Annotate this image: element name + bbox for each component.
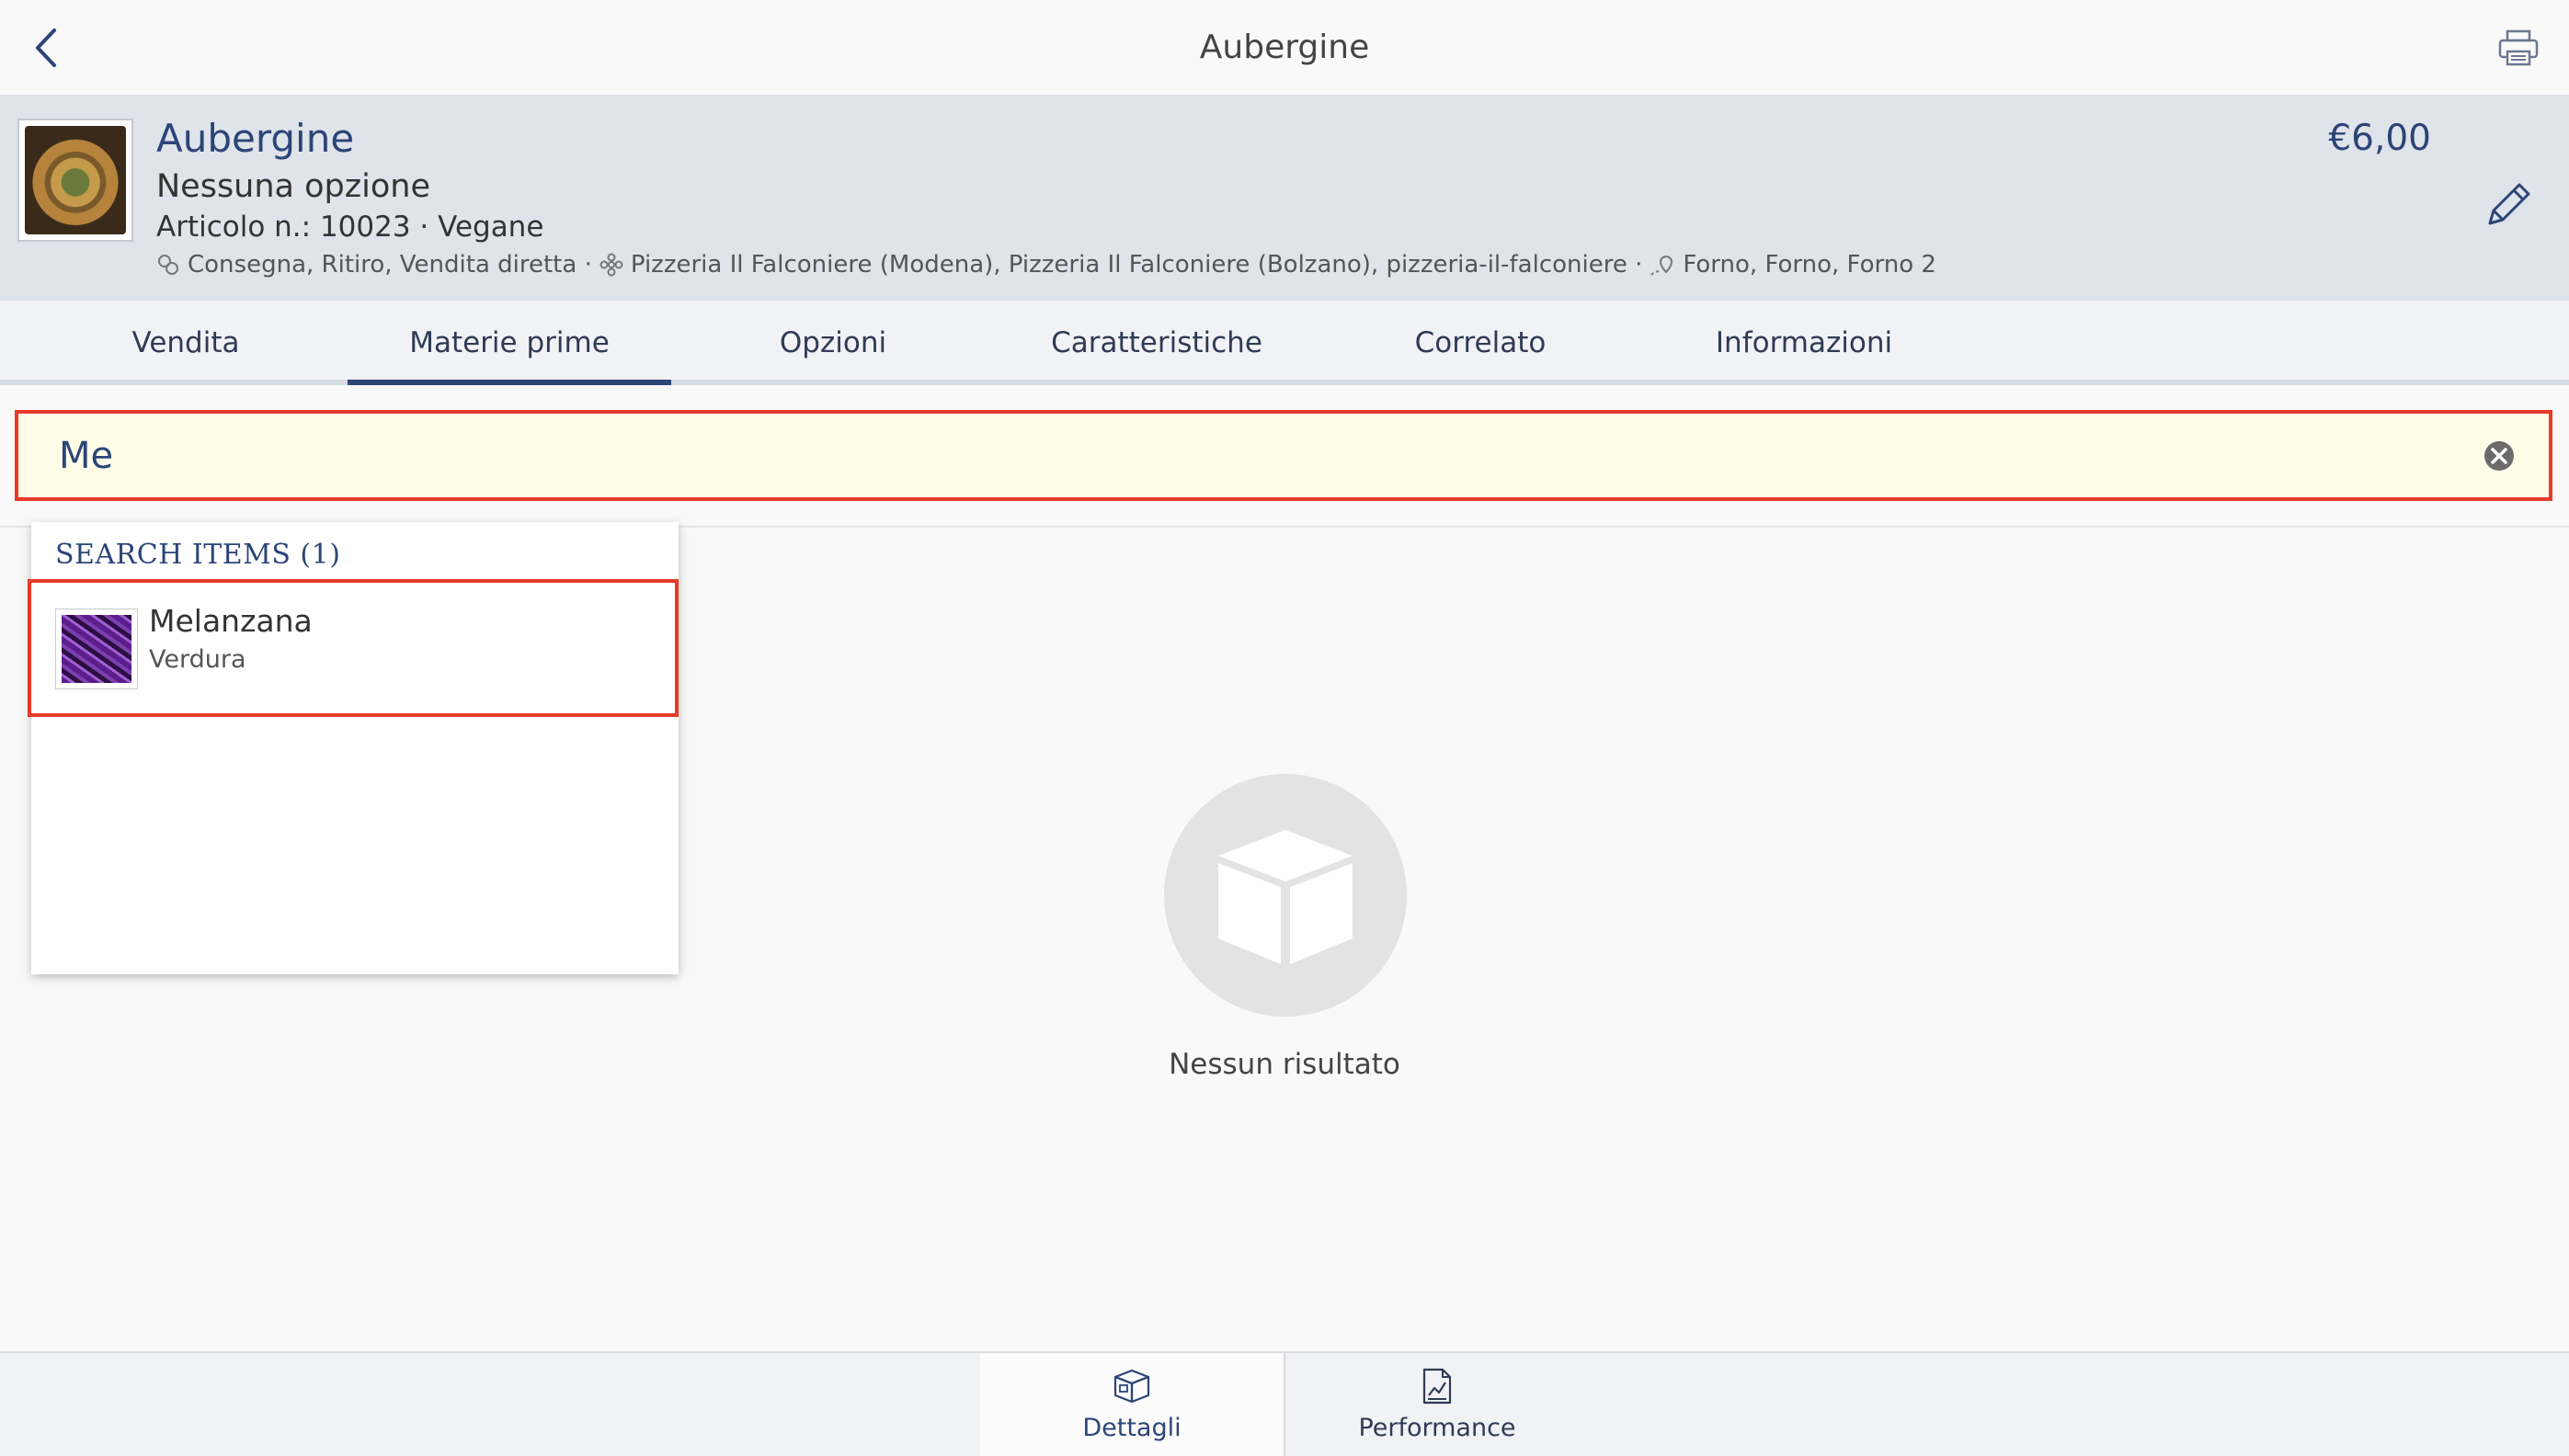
product-header: Aubergine Nessuna opzione Articolo n.: 1… — [0, 95, 2569, 302]
pencil-icon — [2488, 183, 2530, 225]
item-name: Melanzana — [149, 603, 313, 639]
search-results-dropdown: SEARCH ITEMS (1) Melanzana Verdura — [28, 522, 679, 974]
product-price: €6,00 — [2328, 118, 2431, 159]
item-image — [55, 609, 138, 689]
edit-button[interactable] — [2472, 168, 2545, 242]
page-title: Aubergine — [1199, 28, 1370, 66]
product-locations: Pizzeria Il Falconiere (Modena), Pizzeri… — [630, 251, 1643, 279]
product-article: Articolo n.: 10023 · Vegane — [156, 210, 544, 244]
route-pin-icon — [1650, 255, 1673, 276]
box-icon — [1113, 1369, 1150, 1404]
bottom-tab-label: Performance — [1358, 1414, 1516, 1442]
tab-vendita[interactable]: Vendita — [24, 301, 348, 380]
tab-bar: Vendita Materie prime Opzioni Caratteris… — [0, 301, 2569, 385]
bottom-tab-label: Dettagli — [1082, 1414, 1182, 1442]
search-results-header: SEARCH ITEMS (1) — [55, 539, 341, 571]
product-stations: Forno, Forno, Forno 2 — [1683, 251, 1936, 279]
tab-correlato[interactable]: Correlato — [1319, 301, 1642, 380]
tab-materie-prime[interactable]: Materie prime — [348, 301, 671, 385]
tab-informazioni[interactable]: Informazioni — [1642, 301, 1966, 380]
channels-icon — [158, 255, 178, 275]
empty-state-illustration — [1164, 774, 1407, 1017]
printer-icon — [2498, 29, 2539, 66]
bottom-tab-dettagli[interactable]: Dettagli — [980, 1353, 1284, 1456]
search-box — [15, 410, 2552, 501]
bottom-nav: Dettagli Performance — [0, 1351, 2569, 1456]
empty-state-text: Nessun risultato — [1169, 1048, 1400, 1081]
product-name: Aubergine — [156, 116, 355, 161]
search-result-item[interactable]: Melanzana Verdura — [28, 579, 679, 717]
top-bar: Aubergine — [0, 0, 2569, 96]
product-option: Nessuna opzione — [156, 168, 430, 205]
product-meta: Consegna, Ritiro, Vendita diretta · Pizz… — [156, 249, 1936, 280]
clear-search-icon[interactable] — [2483, 439, 2516, 472]
product-image — [17, 119, 133, 242]
chart-document-icon — [1422, 1368, 1452, 1405]
item-category: Verdura — [149, 645, 246, 674]
tab-opzioni[interactable]: Opzioni — [671, 301, 995, 380]
location-flower-icon — [599, 253, 623, 277]
product-channels: Consegna, Ritiro, Vendita diretta · — [188, 251, 592, 279]
box-icon — [1218, 830, 1353, 964]
bottom-tab-performance[interactable]: Performance — [1285, 1353, 1589, 1456]
tab-caratteristiche[interactable]: Caratteristiche — [995, 301, 1319, 380]
search-input[interactable] — [59, 414, 2431, 497]
print-button[interactable] — [2486, 20, 2551, 75]
